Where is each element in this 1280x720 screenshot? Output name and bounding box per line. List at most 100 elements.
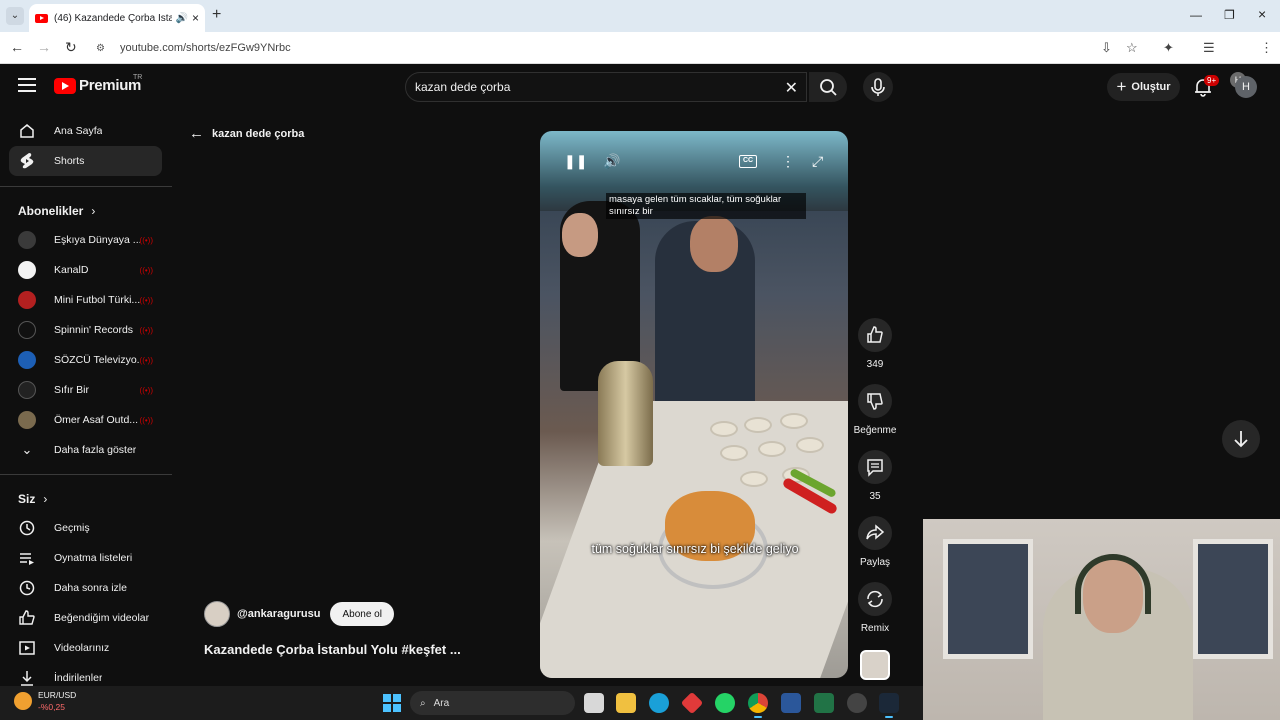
chrome-icon[interactable] [748,693,768,718]
file-explorer-icon[interactable] [616,693,636,713]
dislike-button[interactable]: Beğenme [852,384,898,436]
sidebar-item-shorts[interactable]: Shorts [9,146,162,176]
sidebar-item-label: Oynatma listeleri [54,552,133,564]
live-icon: ((•)) [139,265,153,275]
bookmark-star-icon[interactable]: ☆ [1126,40,1138,56]
forward-arrow-icon[interactable]: → [37,39,51,55]
sound-source-thumbnail[interactable] [860,650,890,680]
comments-button-circle[interactable] [858,450,892,484]
webcam-window [1193,539,1273,659]
like-button[interactable]: 349 [852,318,898,370]
sidebar-item-your-videos[interactable]: Videolarınız [9,633,162,663]
settings-icon[interactable] [847,693,867,713]
subscription-item[interactable]: Eşkıya Dünyaya ... ((•)) [9,225,162,255]
subscription-item[interactable]: Sıfır Bir ((•)) [9,375,162,405]
dislike-button-circle[interactable] [858,384,892,418]
create-button[interactable]: + Oluştur [1107,73,1180,101]
speaker-icon[interactable]: 🔊 [176,13,188,24]
video-icon [19,641,35,655]
subscription-label: KanalD [54,264,89,276]
site-settings-icon[interactable]: ⚙ [96,43,114,54]
create-label: Oluştur [1131,81,1171,93]
remix-button[interactable]: Remix [852,582,898,634]
like-count: 349 [866,359,884,370]
video-title[interactable]: Kazandede Çorba İstanbul Yolu #keşfet ..… [204,642,461,657]
steam-icon[interactable] [879,693,899,718]
back-to-search[interactable]: ← kazan dede çorba [189,125,304,142]
reading-list-icon[interactable]: ☰ [1203,40,1215,56]
sidebar-item-playlists[interactable]: Oynatma listeleri [9,543,162,573]
whatsapp-icon[interactable] [715,693,735,713]
tab-close-icon[interactable]: × [192,11,199,25]
live-icon: ((•)) [139,235,153,245]
subscription-item[interactable]: SÖZCÜ Televizyo... ((•)) [9,345,162,375]
share-button[interactable]: Paylaş [852,516,898,568]
app-icon[interactable] [680,691,704,715]
shorts-video-player[interactable]: ❚❚ 🔊 CC ⋮ ⤢ masaya gelen tüm sıcaklar, t… [540,131,848,678]
youtube-play-icon [54,77,76,94]
youtube-premium-logo[interactable]: Premium TR [54,74,142,94]
search-button[interactable] [809,72,847,102]
browser-menu-icon[interactable]: ⋮ [1260,40,1273,56]
next-short-button[interactable] [1222,420,1260,458]
you-heading[interactable]: Siz › [18,492,47,506]
back-arrow-icon[interactable]: ← [10,39,24,55]
new-tab-button[interactable]: + [212,6,221,24]
live-icon: ((•)) [139,415,153,425]
comments-button[interactable]: 35 [852,450,898,502]
video-frame-person-head [562,213,598,257]
remix-button-circle[interactable] [858,582,892,616]
chevron-down-icon: ⌄ [21,442,33,457]
back-arrow-icon: ← [189,125,204,142]
maximize-icon[interactable]: ❐ [1224,8,1235,22]
reload-icon[interactable]: ↻ [65,39,77,56]
market-widget[interactable]: EUR/USD -%0,25 [14,689,76,713]
sidebar-item-home[interactable]: Ana Sayfa [9,116,162,146]
search-input[interactable]: kazan dede çorba ✕ [405,72,807,102]
subscription-item[interactable]: Spinnin' Records ((•)) [9,315,162,345]
subscription-item[interactable]: Mini Futbol Türki... ((•)) [9,285,162,315]
windows-start-icon[interactable] [383,694,401,712]
fullscreen-icon[interactable]: ⤢ [812,153,823,170]
like-button-circle[interactable] [858,318,892,352]
tab-search-button[interactable]: ⌄ [6,7,24,25]
taskbar-search[interactable]: ⌕ Ara [410,691,575,715]
sidebar-item-liked-videos[interactable]: Beğendiğim videolar [9,603,162,633]
volume-icon[interactable]: 🔊 [603,153,620,170]
show-more-button[interactable]: ⌄ Daha fazla göster [9,435,162,465]
subscription-item[interactable]: KanalD ((•)) [9,255,162,285]
channel-avatar [18,261,36,279]
chevron-right-icon: › [91,204,96,218]
voice-search-button[interactable] [863,72,893,102]
more-options-icon[interactable]: ⋮ [781,153,795,170]
browser-tab[interactable]: (46) Kazandede Çorba İstan 🔊 × [29,4,205,32]
subscriptions-heading[interactable]: Abonelikler › [18,204,95,218]
pause-icon[interactable]: ❚❚ [564,153,587,170]
url-field[interactable]: ⚙ youtube.com/shorts/ezFGw9YNrbc [90,37,1130,59]
webcam-overlay [923,519,1280,720]
subscribe-button[interactable]: Abone ol [330,602,394,626]
share-button-circle[interactable] [858,516,892,550]
window-close-icon[interactable]: × [1258,6,1266,22]
sidebar-item-history[interactable]: Geçmiş [9,513,162,543]
account-avatar[interactable]: H [1235,76,1257,98]
extensions-icon[interactable]: ✦ [1163,40,1174,56]
clear-search-icon[interactable]: ✕ [785,78,798,98]
minimize-icon[interactable]: — [1190,8,1202,22]
install-icon[interactable]: ⇩ [1101,40,1112,56]
channel-avatar[interactable] [204,601,230,627]
address-bar-row: ← → ↻ ⚙ youtube.com/shorts/ezFGw9YNrbc ⇩… [0,32,1280,88]
sidebar-divider [0,474,172,475]
task-view-icon[interactable] [584,693,604,713]
subscription-item[interactable]: Ömer Asaf Outd... ((•)) [9,405,162,435]
sidebar-item-watch-later[interactable]: Daha sonra izle [9,573,162,603]
comment-icon [867,459,883,477]
you-title: Siz [18,492,36,506]
word-icon[interactable] [781,693,801,713]
channel-name[interactable]: @ankaragurusu [237,608,320,620]
edge-icon[interactable] [649,693,669,713]
menu-icon[interactable] [18,78,36,96]
captions-button[interactable]: CC [739,155,757,168]
remix-icon [867,590,883,608]
excel-icon[interactable] [814,693,834,713]
